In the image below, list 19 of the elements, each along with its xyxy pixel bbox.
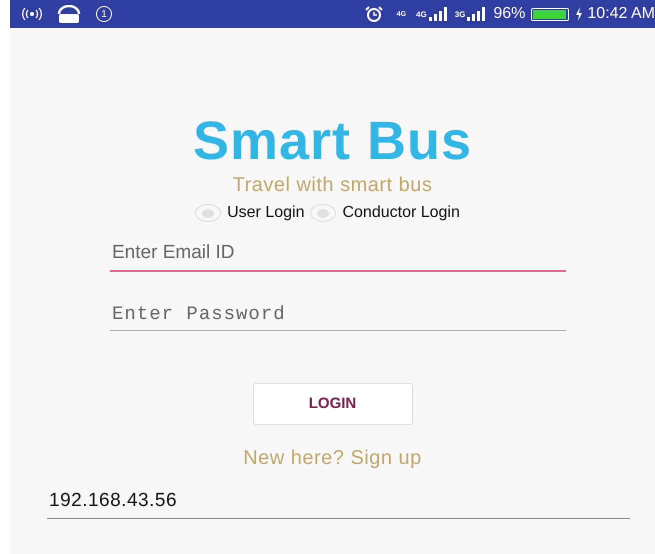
email-field[interactable]: Enter Email ID: [110, 239, 566, 272]
signal-icon: [428, 7, 447, 21]
tagline: Travel with smart bus: [232, 174, 434, 196]
network-type-label: 3G: [454, 11, 466, 19]
clock-time: 10:42 AM: [587, 4, 655, 24]
battery-percent: 96%: [493, 4, 526, 24]
battery-icon: [531, 8, 570, 20]
server-address-field[interactable]: 192.168.43.56: [47, 487, 630, 518]
hd-headset-icon: [56, 5, 82, 23]
notification-count: 1: [96, 6, 112, 22]
hotspot-icon: [22, 8, 42, 20]
radio-option[interactable]: User Login: [192, 201, 308, 225]
login-button[interactable]: LOGIN: [252, 383, 412, 425]
password-field[interactable]: Enter Password: [110, 300, 566, 331]
alarm-icon: [364, 6, 383, 22]
network-type-label: 4G: [416, 11, 427, 19]
radio-option[interactable]: Conductor Login: [307, 201, 463, 225]
app-title: Smart Bus: [192, 114, 474, 168]
signal-icon: [467, 7, 486, 21]
